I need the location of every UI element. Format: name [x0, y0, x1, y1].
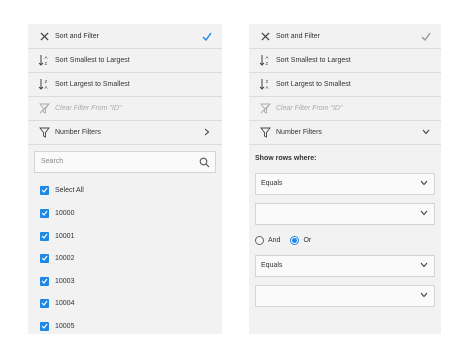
sort-ascending-label: Sort Smallest to Largest	[55, 56, 130, 64]
list-item[interactable]: 10000	[40, 207, 74, 219]
sort-filter-panel-left: Sort and Filter AZ Sort Smallest to Larg…	[28, 24, 222, 334]
condition-1-operator-select[interactable]: Equals	[255, 173, 435, 195]
checkmark-icon[interactable]	[202, 31, 212, 41]
list-item[interactable]: 10004	[40, 297, 74, 309]
chevron-down-icon	[420, 262, 428, 270]
clear-filter-label: Clear Filter From "ID"	[55, 104, 122, 112]
sort-ascending-icon: AZ	[38, 54, 50, 66]
sort-descending-icon: ZA	[38, 78, 50, 90]
sort-ascending-item[interactable]: AZ Sort Smallest to Largest	[28, 48, 222, 72]
condition-2-value-select[interactable]	[255, 285, 435, 307]
chevron-down-icon	[420, 180, 428, 188]
clear-filter-label: Clear Filter From "ID"	[276, 104, 343, 112]
list-item-label: 10000	[55, 209, 75, 217]
svg-text:Z: Z	[266, 61, 269, 66]
sort-ascending-item[interactable]: AZ Sort Smallest to Largest	[249, 48, 441, 72]
list-item-label: 10005	[55, 322, 75, 330]
condition-1-operator-value: Equals	[261, 180, 283, 187]
list-item[interactable]: 10001	[40, 230, 74, 242]
svg-text:A: A	[45, 85, 48, 90]
checkbox-checked[interactable]	[40, 276, 49, 286]
checkbox-checked[interactable]	[40, 231, 49, 241]
chevron-right-icon	[202, 127, 212, 137]
checkmark-icon[interactable]	[421, 31, 431, 41]
list-item-label: 10004	[55, 299, 75, 307]
clear-filter-icon	[38, 102, 50, 114]
close-icon[interactable]	[38, 30, 50, 42]
checkbox-checked[interactable]	[40, 298, 49, 308]
chevron-down-icon	[420, 210, 428, 218]
sort-descending-item[interactable]: ZA Sort Largest to Smallest	[28, 72, 222, 96]
list-item-label: Select All	[55, 186, 84, 194]
list-item-label: 10003	[55, 277, 75, 285]
sort-descending-item[interactable]: ZA Sort Largest to Smallest	[249, 72, 441, 96]
sort-ascending-label: Sort Smallest to Largest	[276, 56, 351, 64]
sort-descending-icon: ZA	[259, 78, 271, 90]
panel-title: Sort and Filter	[276, 32, 320, 40]
panel-header: Sort and Filter	[249, 24, 441, 48]
clear-filter-item[interactable]: Clear Filter From "ID"	[249, 96, 441, 120]
filter-icon	[38, 126, 50, 138]
list-item-label: 10001	[55, 232, 75, 240]
svg-text:Z: Z	[266, 79, 269, 84]
checkbox-checked[interactable]	[40, 185, 49, 195]
logic-radio-group: And Or	[255, 234, 321, 246]
search-field[interactable]: Search	[34, 151, 216, 173]
sort-descending-label: Sort Largest to Smallest	[55, 80, 130, 88]
search-icon[interactable]	[199, 157, 210, 168]
condition-2-operator-select[interactable]: Equals	[255, 255, 435, 277]
number-filters-item[interactable]: Number Filters	[249, 120, 441, 144]
chevron-down-icon	[421, 127, 431, 137]
condition-2-operator-value: Equals	[261, 262, 283, 269]
svg-text:A: A	[266, 85, 269, 90]
checkbox-checked[interactable]	[40, 208, 49, 218]
and-radio-label: And	[268, 236, 281, 244]
chevron-down-icon	[420, 292, 428, 300]
sort-ascending-icon: AZ	[259, 54, 271, 66]
show-rows-label: Show rows where:	[255, 155, 317, 162]
list-item[interactable]: Select All	[40, 184, 84, 196]
or-radio[interactable]	[290, 235, 300, 245]
clear-filter-icon	[259, 102, 271, 114]
list-item-label: 10002	[55, 254, 75, 262]
condition-1-value-select[interactable]	[255, 203, 435, 225]
checkbox-checked[interactable]	[40, 321, 49, 331]
svg-text:Z: Z	[45, 79, 48, 84]
svg-text:A: A	[266, 55, 269, 60]
svg-text:A: A	[45, 55, 48, 60]
list-item[interactable]: 10003	[40, 275, 74, 287]
number-filters-label: Number Filters	[55, 128, 101, 136]
checkbox-checked[interactable]	[40, 253, 49, 263]
and-radio[interactable]	[255, 235, 264, 245]
filter-icon	[259, 126, 271, 138]
list-item[interactable]: 10005	[40, 320, 74, 332]
list-item[interactable]: 10002	[40, 252, 74, 264]
close-icon[interactable]	[259, 30, 271, 42]
svg-text:Z: Z	[45, 61, 48, 66]
panel-header: Sort and Filter	[28, 24, 222, 48]
number-filters-label: Number Filters	[276, 128, 322, 136]
panel-title: Sort and Filter	[55, 32, 99, 40]
clear-filter-item[interactable]: Clear Filter From "ID"	[28, 96, 222, 120]
number-filters-item[interactable]: Number Filters	[28, 120, 222, 144]
or-radio-label: Or	[303, 236, 312, 244]
search-placeholder: Search	[41, 158, 64, 165]
sort-descending-label: Sort Largest to Smallest	[276, 80, 351, 88]
sort-filter-panel-right: Sort and Filter AZ Sort Smallest to Larg…	[249, 24, 441, 334]
